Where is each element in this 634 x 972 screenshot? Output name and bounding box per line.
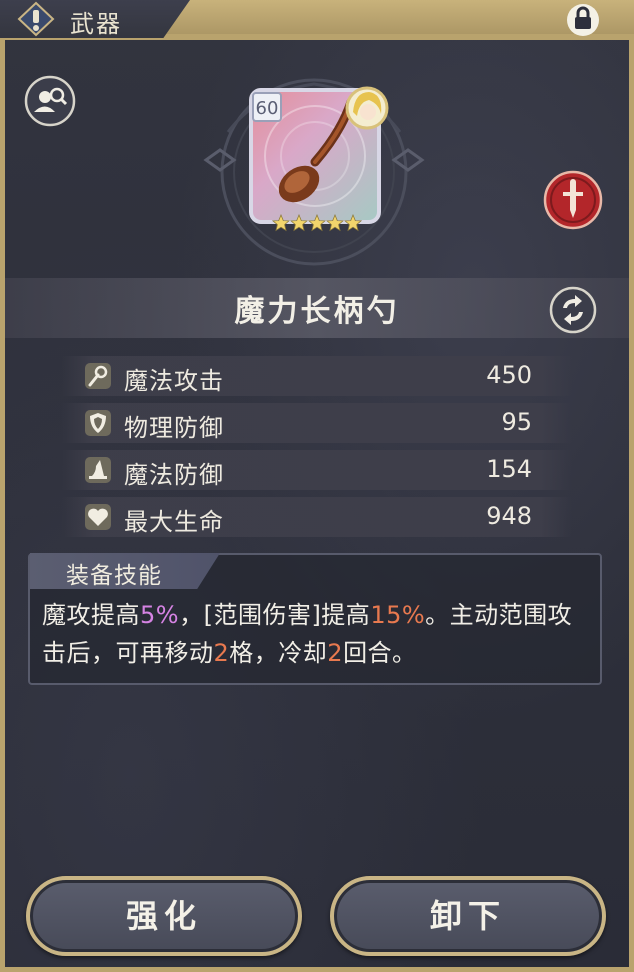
stat-value: 450 bbox=[486, 361, 532, 389]
stat-label: 魔法攻击 bbox=[124, 367, 224, 395]
skill-text: 魔攻提高 bbox=[42, 601, 140, 629]
skill-text: 格，冷却 bbox=[229, 639, 328, 667]
skill-highlight: 5% bbox=[140, 601, 180, 629]
swap-icon[interactable] bbox=[549, 286, 597, 334]
skill-title: 装备技能 bbox=[66, 563, 162, 589]
item-name: 魔力长柄勺 bbox=[234, 294, 400, 329]
header-title: 武器 bbox=[70, 10, 122, 38]
stat-row-magic-defense: 魔法防御 154 bbox=[62, 450, 572, 490]
stat-value: 948 bbox=[486, 502, 532, 530]
sword-icon[interactable] bbox=[543, 170, 603, 230]
skill-description: 魔攻提高5%，[范围伤害]提高15%。主动范围攻击后，可再移动2格，冷却2回合。 bbox=[42, 596, 594, 672]
skill-text: ，[范围伤害]提高 bbox=[179, 601, 371, 629]
skill-highlight: 2 bbox=[327, 639, 344, 667]
heart-icon bbox=[85, 504, 111, 530]
skill-highlight: 2 bbox=[213, 639, 230, 667]
stat-row-physical-defense: 物理防御 95 bbox=[62, 403, 572, 443]
stat-label: 魔法防御 bbox=[124, 461, 224, 489]
character-avatar-icon bbox=[345, 86, 389, 130]
stat-value: 95 bbox=[501, 408, 532, 436]
stat-label: 物理防御 bbox=[124, 414, 224, 442]
level-badge: 60 bbox=[252, 92, 282, 122]
stat-label: 最大生命 bbox=[124, 508, 224, 536]
rarity-stars bbox=[272, 214, 362, 232]
lock-icon[interactable] bbox=[565, 2, 601, 38]
stat-value: 154 bbox=[486, 455, 532, 483]
stat-row-magic-attack: 魔法攻击 450 bbox=[62, 356, 572, 396]
skill-text: 回合。 bbox=[343, 639, 417, 667]
skill-highlight: 15% bbox=[370, 601, 426, 629]
shield-icon bbox=[85, 410, 111, 436]
user-search-icon[interactable] bbox=[24, 75, 76, 127]
exclamation-diamond-icon bbox=[17, 1, 55, 37]
unequip-button[interactable]: 卸下 bbox=[330, 876, 606, 956]
enhance-button[interactable]: 强化 bbox=[26, 876, 302, 956]
staff-icon bbox=[85, 363, 111, 389]
stat-row-max-hp: 最大生命 948 bbox=[62, 497, 572, 537]
wizard-hat-icon bbox=[85, 457, 111, 483]
